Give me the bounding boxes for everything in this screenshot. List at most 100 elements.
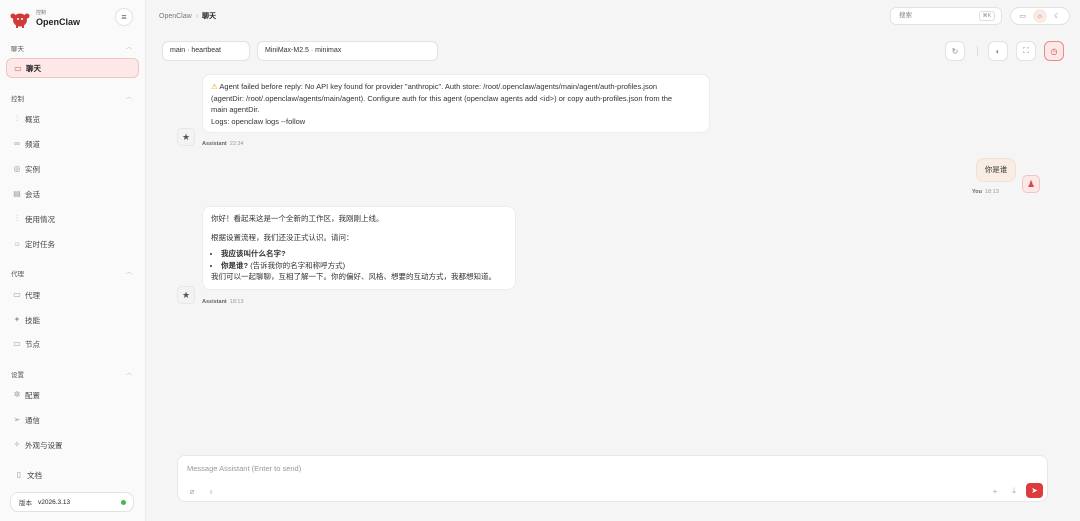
send-button[interactable]: ➤ [1026, 483, 1043, 498]
message-composer[interactable]: Message Assistant (Enter to send) ⌀ ♁ + … [177, 455, 1048, 502]
sidebar-item-nodes[interactable]: ▭ 节点 [6, 334, 139, 354]
focus-icon[interactable]: ⛶ [1016, 41, 1036, 61]
sparkle-icon: ✦ [13, 315, 21, 324]
version-value: v2026.3.13 [38, 498, 71, 506]
moon-icon[interactable]: ☾ [1050, 9, 1064, 23]
sidebar-item-sessions[interactable]: ▤ 会话 [6, 184, 139, 204]
session-select[interactable]: main · heartbeat [162, 41, 250, 61]
microphone-icon[interactable]: ♁ [205, 485, 217, 497]
theme-switcher: ▭ ☼ ☾ [1010, 7, 1070, 25]
sidebar-item-usage[interactable]: ⫶ 使用情况 [6, 209, 139, 229]
model-select[interactable]: MiniMax-M2.5 · minimax [257, 41, 438, 61]
sidebar-item-label: 定时任务 [25, 239, 55, 249]
chevron-up-icon[interactable]: ︿ [126, 42, 132, 51]
section-title-agents: 代理 [11, 271, 24, 278]
sender-name: You [972, 189, 982, 195]
divider [977, 46, 978, 56]
sidebar-item-cron[interactable]: ☼ 定时任务 [6, 234, 139, 254]
sun-icon[interactable]: ☼ [1032, 9, 1047, 23]
sidebar-item-label: 节点 [25, 339, 40, 349]
reply-bullet: 我应该叫什么名字? [221, 249, 286, 258]
brain-icon[interactable]: ◐ [988, 41, 1008, 61]
menu-icon[interactable]: ≡ [115, 8, 133, 26]
link-icon: ∞ [14, 139, 20, 148]
sidebar-item-overview[interactable]: ⫶ 概览 [6, 109, 139, 129]
breadcrumb: OpenClaw › 聊天 [159, 11, 216, 21]
radio-icon: ◎ [13, 164, 21, 173]
message-time: 22:34 [229, 141, 244, 147]
openclaw-logo-icon [10, 10, 30, 28]
message-meta: You 18:13 [972, 189, 999, 195]
version-label: 版本 [19, 500, 32, 507]
sidebar-item-label: 会话 [25, 189, 40, 199]
user-avatar: ♟ [1022, 175, 1040, 193]
sidebar-item-label: 外观与设置 [25, 440, 63, 450]
sidebar-item-label: 文档 [27, 470, 42, 480]
chat-icon: ▭ [14, 64, 22, 73]
refresh-icon[interactable]: ↻ [945, 41, 965, 61]
send-icon: ➢ [13, 415, 21, 424]
search-input[interactable]: 搜索 ⌘K [890, 7, 1002, 25]
send-icon: ➤ [1031, 486, 1038, 495]
chevron-up-icon[interactable]: ︿ [126, 92, 132, 101]
error-line-3: main agentDir. [211, 105, 260, 114]
reply-paragraph: 根据设置流程，我们还没正式认识。请问： [211, 232, 354, 242]
gear-icon: ✲ [13, 390, 21, 399]
reply-list: 我应该叫什么名字? 你是谁? (告诉我你的名字和称呼方式) [221, 248, 507, 271]
message-input[interactable]: Message Assistant (Enter to send) [187, 464, 301, 473]
brand[interactable]: 控制 OpenClaw [10, 8, 80, 30]
message-meta: Assistant 22:34 [202, 141, 244, 147]
sidebar-item-label: 频道 [25, 139, 40, 149]
clock-icon[interactable]: ◷ [1044, 41, 1064, 61]
sidebar-item-config[interactable]: ✲ 配置 [6, 385, 139, 405]
error-line-1: Agent failed before reply: No API key fo… [219, 82, 658, 91]
sidebar-item-channels[interactable]: ∞ 频道 [6, 134, 139, 154]
warning-icon: ⚠ [211, 82, 218, 91]
sidebar-item-agents[interactable]: ▭ 代理 [6, 285, 139, 305]
sidebar: 控制 OpenClaw ≡ 聊天 ︿ ▭ 聊天 控制 ︿ ⫶ 概览 ∞ 频道 ◎… [0, 0, 146, 521]
assistant-avatar: ★ [177, 286, 195, 304]
breadcrumb-separator: › [195, 13, 199, 20]
chevron-up-icon[interactable]: ︿ [126, 267, 132, 276]
folder-icon: ▭ [13, 290, 21, 299]
star-icon: ★ [181, 131, 191, 142]
topbar: OpenClaw › 聊天 搜索 ⌘K ▭ ☼ ☾ [147, 0, 1080, 32]
download-icon[interactable]: ⤓ [1008, 485, 1020, 497]
sidebar-item-label: 技能 [25, 315, 40, 325]
sidebar-item-appearance[interactable]: ✧ 外观与设置 [6, 435, 139, 455]
reply-bullet-rest: (告诉我你的名字和称呼方式) [250, 260, 346, 270]
sidebar-item-label: 代理 [25, 290, 40, 300]
sidebar-item-label: 使用情况 [25, 214, 55, 224]
sidebar-item-label: 概览 [25, 114, 40, 124]
brand-subtitle: 控制 [36, 10, 47, 16]
sidebar-item-chat[interactable]: ▭ 聊天 [6, 58, 139, 78]
sidebar-item-label: 配置 [25, 390, 40, 400]
section-title-settings: 设置 [11, 372, 24, 379]
section-title-control: 控制 [11, 96, 24, 103]
document-icon: ▤ [13, 189, 21, 198]
sidebar-item-comms[interactable]: ➢ 通信 [6, 410, 139, 430]
user-icon: ♟ [1026, 178, 1036, 189]
sidebar-item-docs[interactable]: ▯ 文档 [8, 465, 141, 485]
sender-name: Assistant [202, 141, 227, 147]
clock-icon: ☼ [13, 239, 21, 248]
message-time: 18:13 [229, 299, 244, 305]
status-dot [121, 500, 126, 505]
breadcrumb-current: 聊天 [202, 13, 217, 20]
message-meta: Assistant 18:13 [202, 299, 244, 305]
sidebar-item-skills[interactable]: ✦ 技能 [6, 310, 139, 330]
paperclip-icon[interactable]: ⌀ [186, 485, 198, 497]
book-icon: ▯ [16, 470, 22, 479]
brand-name: OpenClaw [36, 17, 81, 27]
sender-name: Assistant [202, 299, 227, 305]
chart-icon: ⫶ [16, 214, 18, 223]
version-badge: 版本 v2026.3.13 [10, 492, 134, 512]
section-title-chat: 聊天 [11, 46, 24, 53]
breadcrumb-root[interactable]: OpenClaw [159, 13, 192, 20]
assistant-avatar: ★ [177, 128, 195, 146]
chevron-up-icon[interactable]: ︿ [126, 368, 132, 377]
sidebar-item-instances[interactable]: ◎ 实例 [6, 159, 139, 179]
monitor-icon[interactable]: ▭ [1016, 9, 1030, 23]
sidebar-item-label: 实例 [25, 164, 40, 174]
plus-icon[interactable]: + [989, 485, 1001, 497]
